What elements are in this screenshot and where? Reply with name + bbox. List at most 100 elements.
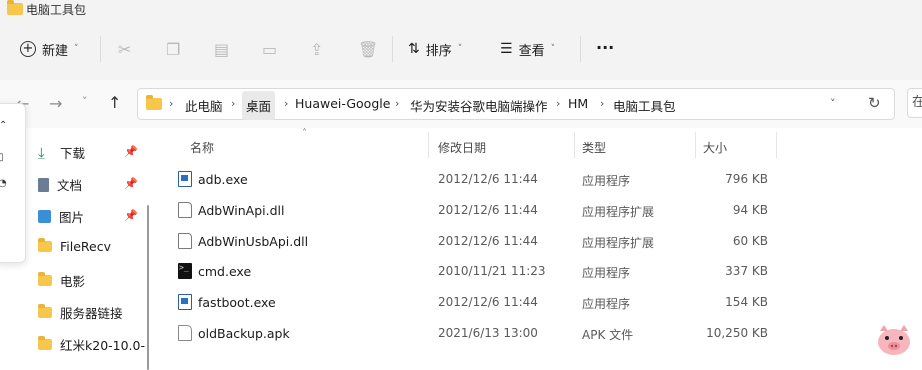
file-type: 应用程序 bbox=[582, 266, 631, 280]
context-menu-fragment: ⌃ ▯ ◔ bbox=[0, 103, 26, 263]
cut-icon[interactable]: ✂ bbox=[118, 40, 131, 59]
folder-icon bbox=[38, 336, 52, 350]
column-divider[interactable] bbox=[428, 132, 429, 158]
sidebar-item-label: 服务器链接 bbox=[60, 306, 123, 321]
sidebar-item-server-links[interactable]: 服务器链接 bbox=[38, 303, 123, 322]
sidebar-item-documents[interactable]: 文档 bbox=[38, 175, 82, 194]
file-size: 94 KB bbox=[732, 203, 768, 217]
breadcrumb-hm[interactable]: HM bbox=[568, 96, 588, 111]
new-button[interactable]: + 新建 ˅ bbox=[14, 34, 85, 64]
toolbar-divider bbox=[392, 36, 393, 62]
file-size: 10,250 KB bbox=[706, 326, 768, 340]
file-row[interactable]: cmd.exe 2010/11/21 11:23 应用程序 337 KB bbox=[168, 257, 778, 287]
menu-item-icon[interactable]: ⌃ bbox=[0, 120, 7, 131]
exe-icon bbox=[178, 171, 192, 187]
rename-icon[interactable]: ▭ bbox=[262, 40, 277, 59]
recent-locations-chevron-icon[interactable]: ˅ bbox=[82, 95, 88, 108]
sort-button[interactable]: ⇅ 排序 ˅ bbox=[402, 34, 468, 64]
file-date: 2021/6/13 13:00 bbox=[438, 326, 538, 340]
apk-icon bbox=[178, 325, 192, 341]
file-row[interactable]: adb.exe 2012/12/6 11:44 应用程序 796 KB bbox=[168, 165, 778, 195]
address-folder-icon bbox=[146, 95, 162, 110]
more-options-button[interactable]: ··· bbox=[590, 32, 620, 62]
delete-icon[interactable]: 🗑 bbox=[358, 40, 378, 59]
file-date: 2012/12/6 11:44 bbox=[438, 234, 538, 248]
sidebar-item-filerecv[interactable]: FileRecv bbox=[38, 238, 111, 254]
column-divider[interactable] bbox=[695, 132, 696, 158]
paste-icon[interactable]: ▤ bbox=[214, 40, 229, 59]
breadcrumb-this-pc[interactable]: 此电脑 bbox=[185, 96, 223, 115]
file-date: 2010/11/21 11:23 bbox=[438, 264, 546, 278]
new-button-label: 新建 bbox=[42, 43, 69, 59]
sort-ascending-icon: ˄ bbox=[302, 128, 307, 139]
folder-icon bbox=[38, 272, 52, 286]
sort-arrows-icon: ⇅ bbox=[408, 41, 420, 57]
breadcrumb-huawei-install[interactable]: 华为安装谷歌电脑端操作 bbox=[410, 96, 548, 115]
chevron-right-icon[interactable]: › bbox=[231, 97, 235, 110]
menu-item-icon[interactable]: ◔ bbox=[0, 178, 7, 189]
sidebar-scrollbar[interactable] bbox=[147, 205, 149, 370]
copy-icon[interactable]: ❐ bbox=[166, 40, 180, 59]
download-icon: ⤓ bbox=[38, 143, 45, 162]
window-title: 电脑工具包 bbox=[26, 3, 87, 17]
refresh-icon[interactable]: ↻ bbox=[868, 94, 881, 112]
sort-button-label: 排序 bbox=[425, 43, 452, 59]
breadcrumb-current-folder[interactable]: 电脑工具包 bbox=[613, 96, 676, 115]
column-header-type[interactable]: 类型 bbox=[582, 139, 606, 156]
sidebar-item-label: 红米k20-10.0- bbox=[60, 338, 145, 353]
sidebar-item-downloads[interactable]: ⤓ 下载 bbox=[38, 143, 85, 162]
pin-icon[interactable]: 📌 bbox=[124, 177, 138, 190]
pig-sticker-icon bbox=[878, 325, 910, 355]
chevron-down-icon: ˅ bbox=[74, 44, 79, 54]
address-history-chevron-icon[interactable]: ˅ bbox=[830, 97, 836, 110]
dll-icon bbox=[178, 233, 192, 249]
search-input[interactable]: 在 bbox=[907, 88, 922, 118]
sidebar-item-redmi-k20[interactable]: 红米k20-10.0- bbox=[38, 335, 145, 354]
sidebar-item-label: 下载 bbox=[60, 146, 86, 161]
chevron-right-icon[interactable]: › bbox=[169, 97, 173, 110]
view-button[interactable]: ☰ 查看 ˅ bbox=[494, 34, 561, 64]
chevron-right-icon[interactable]: › bbox=[600, 97, 604, 110]
pin-icon[interactable]: 📌 bbox=[124, 209, 138, 222]
forward-arrow-icon[interactable]: → bbox=[49, 94, 62, 113]
column-divider[interactable] bbox=[574, 132, 575, 158]
chevron-down-icon: ˅ bbox=[550, 44, 556, 54]
sidebar-item-pictures[interactable]: 图片 bbox=[38, 207, 84, 226]
up-arrow-icon[interactable]: ↑ bbox=[108, 93, 121, 112]
file-size: 796 KB bbox=[725, 172, 768, 186]
plus-circle-icon: + bbox=[20, 41, 36, 57]
breadcrumb-huawei-google[interactable]: Huawei-Google bbox=[295, 96, 390, 111]
breadcrumb-desktop[interactable]: 桌面 bbox=[242, 91, 276, 120]
file-row[interactable]: AdbWinApi.dll 2012/12/6 11:44 应用程序扩展 94 … bbox=[168, 196, 778, 226]
sidebar-item-label: 电影 bbox=[60, 274, 86, 289]
column-header-name[interactable]: 名称 bbox=[190, 139, 214, 156]
chevron-right-icon[interactable]: › bbox=[556, 97, 560, 110]
folder-icon bbox=[38, 238, 52, 252]
file-size: 60 KB bbox=[732, 234, 768, 248]
file-name: fastboot.exe bbox=[198, 295, 276, 310]
view-list-icon: ☰ bbox=[500, 41, 513, 57]
file-type: 应用程序 bbox=[582, 174, 631, 188]
menu-item-icon[interactable]: ▯ bbox=[0, 152, 4, 163]
chevron-down-icon: ˅ bbox=[457, 44, 463, 54]
share-icon[interactable]: ⇪ bbox=[310, 40, 323, 59]
sidebar-item-label: 图片 bbox=[59, 210, 85, 225]
address-bar[interactable]: › 此电脑 › 桌面 › Huawei-Google › 华为安装谷歌电脑端操作… bbox=[137, 88, 895, 120]
chevron-right-icon[interactable]: › bbox=[284, 97, 288, 110]
file-type: APK 文件 bbox=[582, 328, 634, 342]
file-row[interactable]: oldBackup.apk 2021/6/13 13:00 APK 文件 10,… bbox=[168, 319, 778, 349]
sidebar-item-movies[interactable]: 电影 bbox=[38, 271, 85, 290]
pin-icon[interactable]: 📌 bbox=[124, 145, 138, 158]
exe-icon bbox=[178, 294, 192, 310]
column-header-size[interactable]: 大小 bbox=[703, 139, 727, 156]
file-row[interactable]: AdbWinUsbApi.dll 2012/12/6 11:44 应用程序扩展 … bbox=[168, 227, 778, 257]
command-bar: + 新建 ˅ ✂ ❐ ▤ ▭ ⇪ 🗑 ⇅ 排序 ˅ ☰ 查看 ˅ ··· bbox=[0, 18, 922, 80]
file-name: AdbWinApi.dll bbox=[198, 203, 285, 218]
file-row[interactable]: fastboot.exe 2012/12/6 11:44 应用程序 154 KB bbox=[168, 288, 778, 318]
column-divider[interactable] bbox=[776, 132, 777, 158]
column-header-date[interactable]: 修改日期 bbox=[438, 139, 486, 156]
file-date: 2012/12/6 11:44 bbox=[438, 295, 538, 309]
toolbar-divider bbox=[580, 36, 581, 62]
chevron-right-icon[interactable]: › bbox=[395, 97, 399, 110]
folder-icon bbox=[7, 0, 23, 15]
